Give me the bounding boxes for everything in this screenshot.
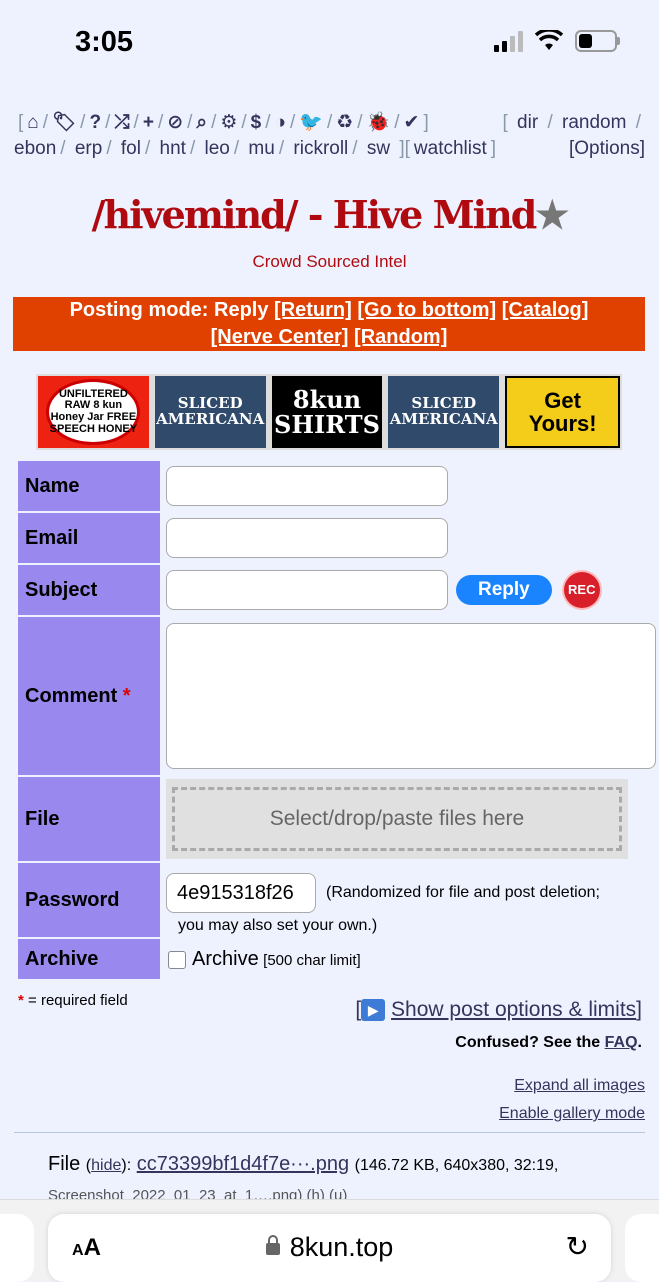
board-nav: [⌂ / 🏷 /? / ⤮ / + / ⊘ / ⌕ / ⚙ / $ / ◑ / 🐦 / ♻ / 🐞 / ✔] [ dir / ra… bbox=[14, 110, 645, 162]
lock-icon bbox=[265, 1234, 280, 1255]
post-form: Name Email Subject Reply REC Comment * Fi… bbox=[16, 459, 658, 981]
bug-icon[interactable]: 🐞 bbox=[367, 112, 391, 133]
nav-link-mu[interactable]: mu bbox=[248, 138, 274, 159]
dollar-icon[interactable]: $ bbox=[251, 112, 262, 133]
archive-checkbox[interactable] bbox=[168, 951, 186, 970]
required-star: * bbox=[122, 684, 131, 707]
options-link[interactable]: [Options] bbox=[569, 136, 645, 162]
board-title: /hivemind/ - Hive Mind★ bbox=[91, 192, 570, 237]
check-circle-icon[interactable]: ✔ bbox=[404, 112, 420, 133]
hide-link[interactable]: hide bbox=[91, 1157, 121, 1174]
reply-button[interactable]: Reply bbox=[456, 575, 552, 605]
sliced-americana-ad-2[interactable]: SLICED AMERICANA bbox=[388, 376, 500, 448]
nav-link-sw[interactable]: sw bbox=[367, 138, 390, 159]
email-input[interactable] bbox=[166, 518, 448, 558]
play-icon: ▶ bbox=[361, 999, 386, 1022]
reload-icon[interactable]: ↻ bbox=[566, 1230, 589, 1263]
comment-label: Comment * bbox=[18, 617, 160, 775]
shirts-ad[interactable]: 8kun SHIRTS bbox=[271, 376, 383, 448]
twitter-icon[interactable]: 🐦 bbox=[299, 112, 323, 133]
show-post-options-link[interactable]: [▶ Show post options & limits] bbox=[355, 998, 642, 1022]
name-input[interactable] bbox=[166, 466, 448, 506]
nav-link-leo[interactable]: leo bbox=[205, 138, 230, 159]
record-button[interactable]: REC bbox=[563, 572, 600, 608]
comment-textarea[interactable] bbox=[166, 623, 656, 769]
url-text: 8kun.top bbox=[289, 1232, 394, 1262]
plus-icon[interactable]: + bbox=[143, 112, 154, 133]
ban-icon[interactable]: ⊘ bbox=[167, 112, 183, 133]
browser-toolbar: AA 8kun.top ↻ bbox=[0, 1199, 659, 1282]
status-bar: 3:05 bbox=[0, 0, 659, 90]
gear-icon[interactable]: ⚙ bbox=[220, 112, 237, 133]
honey-jar-ad[interactable]: UNFILTERED RAW 8 kun Honey Jar FREE SPEE… bbox=[38, 376, 149, 448]
recycle-icon[interactable]: ♻ bbox=[336, 112, 353, 133]
home-icon[interactable]: ⌂ bbox=[27, 112, 38, 133]
sliced-americana-ad[interactable]: SLICED AMERICANA bbox=[154, 376, 266, 448]
file-link[interactable]: cc73399bf1d4f7e···.png bbox=[137, 1153, 349, 1175]
search-icon[interactable]: ⌕ bbox=[196, 112, 207, 133]
subject-input[interactable] bbox=[166, 570, 448, 610]
wifi-icon bbox=[535, 30, 563, 50]
nav-icon-row: [⌂ / 🏷 /? / ⤮ / + / ⊘ / ⌕ / ⚙ / $ / ◑ / 🐦 / ♻ / 🐞 / ✔] bbox=[18, 112, 429, 133]
archive-limit: [500 char limit] bbox=[263, 951, 361, 969]
clock: 3:05 bbox=[75, 26, 134, 58]
help-icon[interactable]: ? bbox=[89, 112, 101, 133]
faq-link[interactable]: FAQ bbox=[605, 1034, 638, 1051]
nav-link-rickroll[interactable]: rickroll bbox=[293, 138, 348, 159]
name-label: Name bbox=[18, 461, 160, 511]
get-yours-ad[interactable]: Get Yours! bbox=[505, 376, 620, 448]
file-label: File bbox=[18, 777, 160, 861]
email-label: Email bbox=[18, 513, 160, 563]
contrast-icon[interactable]: ◑ bbox=[275, 112, 286, 133]
password-input[interactable]: 4e915318f26 bbox=[166, 873, 316, 913]
go-to-bottom-link[interactable]: [Go to bottom] bbox=[357, 299, 496, 321]
address-bar[interactable]: AA 8kun.top ↻ bbox=[48, 1214, 611, 1282]
nav-link-dir[interactable]: dir bbox=[517, 112, 538, 133]
nav-link-fol[interactable]: fol bbox=[121, 138, 141, 159]
password-note-2: you may also set your own.) bbox=[178, 917, 378, 934]
signal-icon bbox=[494, 30, 523, 52]
nerve-center-link[interactable]: [Nerve Center] bbox=[211, 326, 349, 348]
tags-icon[interactable]: 🏷 bbox=[52, 112, 76, 133]
archive-label: Archive bbox=[18, 939, 160, 979]
battery-icon bbox=[575, 30, 620, 52]
password-label: Password bbox=[18, 863, 160, 937]
file-dropzone[interactable]: Select/drop/paste files here bbox=[166, 779, 628, 859]
nav-link-erp[interactable]: erp bbox=[75, 138, 102, 159]
subject-label: Subject bbox=[18, 565, 160, 615]
faq-note: Confused? See the FAQ. bbox=[455, 1034, 642, 1051]
password-note: (Randomized for file and post deletion; bbox=[326, 884, 600, 901]
ad-banner[interactable]: UNFILTERED RAW 8 kun Honey Jar FREE SPEE… bbox=[36, 374, 622, 450]
nav-link-ebon[interactable]: ebon bbox=[14, 138, 56, 159]
nav-link-random[interactable]: random bbox=[562, 112, 626, 133]
divider bbox=[14, 1132, 645, 1133]
required-field-note: * = required field bbox=[18, 992, 128, 1009]
random-link[interactable]: [Random] bbox=[354, 326, 447, 348]
board-subtitle: Crowd Sourced Intel bbox=[252, 252, 407, 271]
expand-all-images-link[interactable]: Expand all images bbox=[499, 1072, 645, 1100]
return-link[interactable]: [Return] bbox=[274, 299, 352, 321]
catalog-link[interactable]: [Catalog] bbox=[502, 299, 589, 321]
enable-gallery-mode-link[interactable]: Enable gallery mode bbox=[499, 1100, 645, 1128]
nav-link-hnt[interactable]: hnt bbox=[160, 138, 186, 159]
star-icon: ★ bbox=[535, 192, 569, 237]
nav-link-watchlist[interactable]: watchlist bbox=[414, 138, 487, 159]
shuffle-icon[interactable]: ⤮ bbox=[114, 112, 129, 133]
posting-mode-bar: Posting mode: Reply [Return] [Go to bott… bbox=[13, 297, 645, 351]
